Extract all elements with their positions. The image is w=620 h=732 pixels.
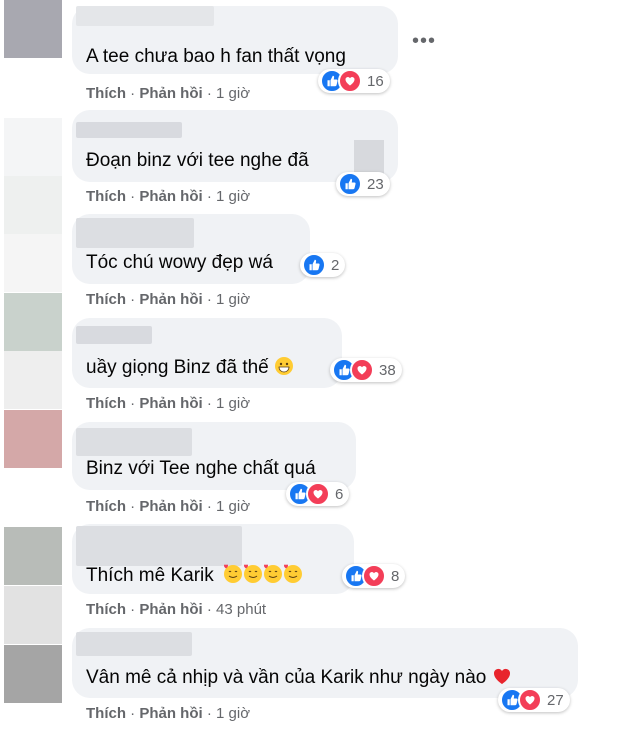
reply-link[interactable]: Phản hồi <box>139 395 202 412</box>
love-reaction-icon <box>350 358 374 382</box>
author-name-blurred[interactable] <box>76 6 214 26</box>
reaction-summary[interactable]: 6 <box>286 482 350 506</box>
timestamp[interactable]: 1 giờ <box>216 395 250 412</box>
reaction-count: 8 <box>391 567 400 585</box>
comment-actions: Thích · Phản hồi · 1 giờ <box>86 498 251 515</box>
timestamp[interactable]: 1 giờ <box>216 705 250 722</box>
author-name-blurred[interactable] <box>76 122 182 138</box>
avatar[interactable] <box>4 527 62 585</box>
reply-link[interactable]: Phản hồi <box>139 601 202 618</box>
reply-link[interactable]: Phản hồi <box>139 188 202 205</box>
comment-actions: Thích · Phản hồi · 1 giờ <box>86 291 251 308</box>
timestamp[interactable]: 1 giờ <box>216 85 250 102</box>
like-link[interactable]: Thích <box>86 395 126 412</box>
comment-actions: Thích · Phản hồi · 43 phút <box>86 601 267 618</box>
comment-text: Đoạn binz với tee nghe đã <box>86 150 309 171</box>
reaction-count: 16 <box>367 72 384 90</box>
red-heart-emoji-icon <box>493 668 510 684</box>
avatar[interactable] <box>4 351 62 409</box>
smiling-hearts-emoji-icon <box>223 564 303 586</box>
love-reaction-icon <box>306 482 330 506</box>
reply-link[interactable]: Phản hồi <box>139 85 202 102</box>
timestamp[interactable]: 1 giờ <box>216 291 250 308</box>
like-link[interactable]: Thích <box>86 85 126 102</box>
more-options-icon[interactable]: ••• <box>412 30 436 53</box>
avatar[interactable] <box>4 176 62 234</box>
avatar[interactable] <box>4 645 62 703</box>
reply-link[interactable]: Phản hồi <box>139 498 202 515</box>
like-link[interactable]: Thích <box>86 705 126 722</box>
author-name-blurred[interactable] <box>76 526 242 566</box>
timestamp[interactable]: 1 giờ <box>216 188 250 205</box>
comment-bubble: Thích mê Karik <box>72 524 354 594</box>
comment-text: Thích mê Karik <box>86 564 303 587</box>
reaction-summary[interactable]: 38 <box>330 358 402 382</box>
love-reaction-icon <box>518 688 542 712</box>
comment-text-content: Vân mê cả nhịp và vần của Karik như ngày… <box>86 667 487 688</box>
like-reaction-icon <box>338 172 362 196</box>
comment-text-content: Thích mê Karik <box>86 565 214 586</box>
reaction-count: 27 <box>547 691 564 709</box>
timestamp[interactable]: 1 giờ <box>216 498 250 515</box>
comment-text: Tóc chú wowy đẹp wá <box>86 252 273 273</box>
like-link[interactable]: Thích <box>86 601 126 618</box>
comment-text: A tee chưa bao h fan thất vọng <box>86 46 346 67</box>
reaction-count: 23 <box>367 175 384 193</box>
like-reaction-icon <box>302 253 326 277</box>
comment-actions: Thích · Phản hồi · 1 giờ <box>86 705 251 722</box>
reaction-summary[interactable]: 27 <box>498 688 570 712</box>
grinning-emoji-icon <box>275 357 294 375</box>
reply-link[interactable]: Phản hồi <box>139 705 202 722</box>
love-reaction-icon <box>362 564 386 588</box>
avatar[interactable] <box>4 234 62 292</box>
avatar[interactable] <box>4 586 62 644</box>
avatar[interactable] <box>4 118 62 176</box>
author-name-blurred[interactable] <box>76 428 192 456</box>
author-name-blurred[interactable] <box>76 218 194 248</box>
comment-actions: Thích · Phản hồi · 1 giờ <box>86 395 251 412</box>
comment-bubble: A tee chưa bao h fan thất vọng <box>72 6 398 74</box>
comment-bubble: uầy giọng Binz đã thế <box>72 318 342 388</box>
reaction-summary[interactable]: 23 <box>336 172 390 196</box>
like-link[interactable]: Thích <box>86 188 126 205</box>
reaction-count: 38 <box>379 361 396 379</box>
author-name-blurred[interactable] <box>76 632 192 656</box>
reaction-summary[interactable]: 16 <box>318 69 390 93</box>
comment-actions: Thích · Phản hồi · 1 giờ <box>86 85 251 102</box>
comment-text-content: uầy giọng Binz đã thế <box>86 357 269 378</box>
comment-bubble: Tóc chú wowy đẹp wá <box>72 214 310 284</box>
reaction-count: 6 <box>335 485 344 503</box>
like-link[interactable]: Thích <box>86 498 126 515</box>
comment-text: Binz với Tee nghe chất quá <box>86 458 316 479</box>
like-link[interactable]: Thích <box>86 291 126 308</box>
author-name-blurred[interactable] <box>76 326 152 344</box>
love-reaction-icon <box>338 69 362 93</box>
reaction-summary[interactable]: 2 <box>300 253 346 277</box>
reply-link[interactable]: Phản hồi <box>139 291 202 308</box>
comment-bubble: Binz với Tee nghe chất quá <box>72 422 356 490</box>
reaction-summary[interactable]: 8 <box>342 564 406 588</box>
avatar[interactable] <box>4 410 62 468</box>
comment-text: uầy giọng Binz đã thế <box>86 356 294 379</box>
blurred-tail <box>354 140 384 174</box>
comment-bubble: Vân mê cả nhịp và vần của Karik như ngày… <box>72 628 578 698</box>
avatar[interactable] <box>4 293 62 351</box>
comment-actions: Thích · Phản hồi · 1 giờ <box>86 188 251 205</box>
avatar[interactable] <box>4 0 62 58</box>
reaction-count: 2 <box>331 256 340 274</box>
timestamp[interactable]: 43 phút <box>216 601 266 618</box>
comment-text: Vân mê cả nhịp và vần của Karik như ngày… <box>86 666 512 689</box>
